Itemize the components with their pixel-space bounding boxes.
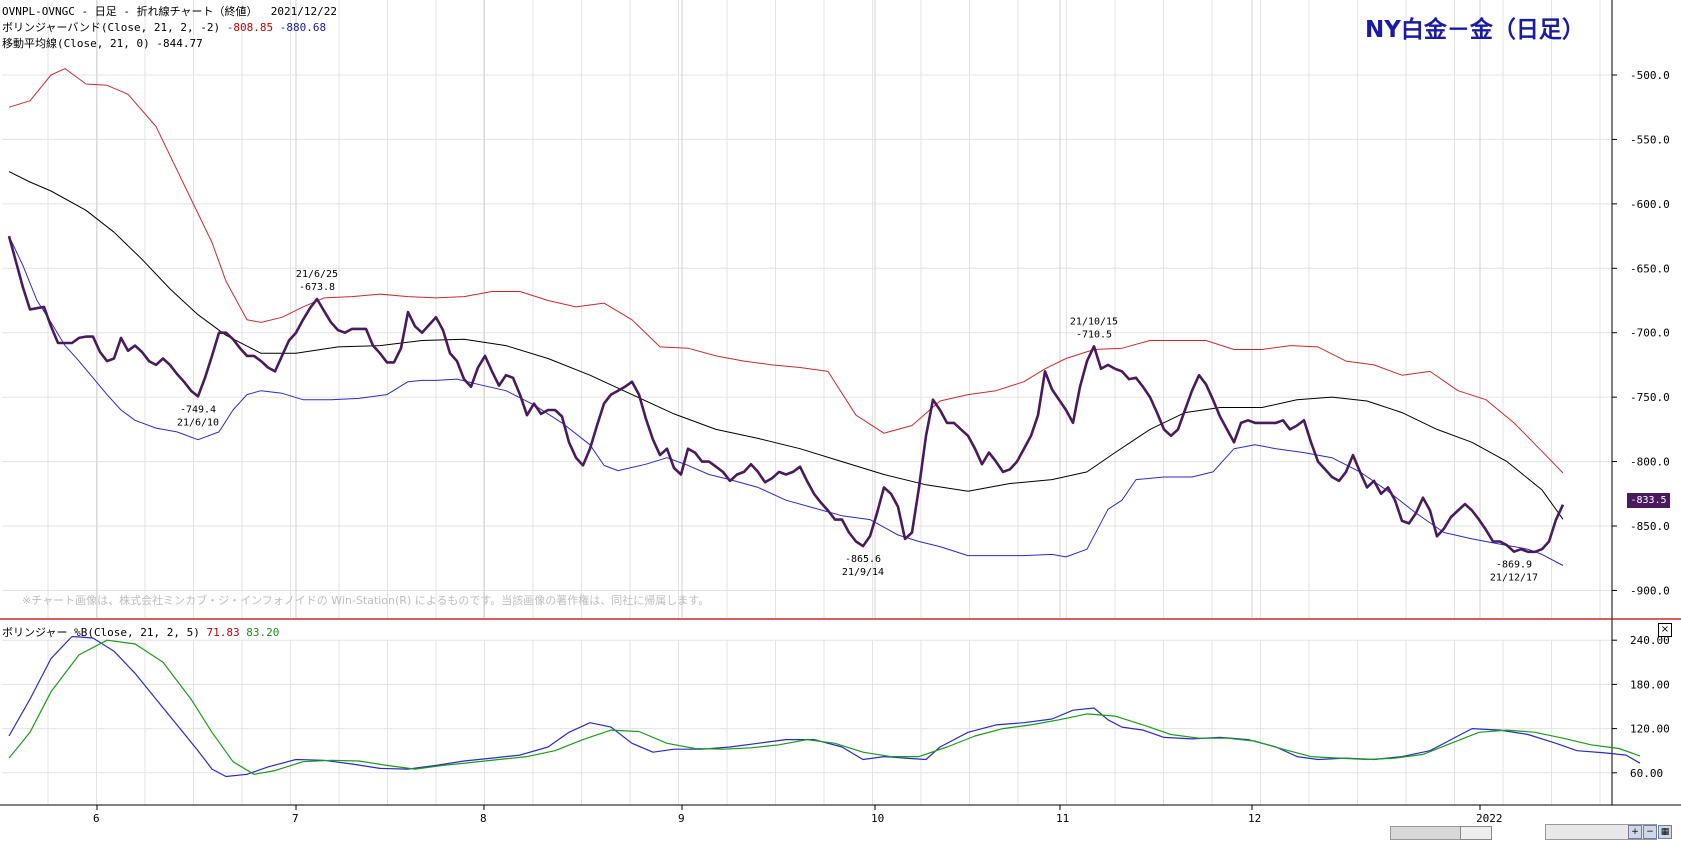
ma-value: -844.77	[156, 37, 203, 50]
y-tick-label: 120.00	[1630, 723, 1670, 736]
chart-canvas: -500.0 -550.0 -600.0 -650.0 -700.0 -750.0 -800…	[0, 0, 1681, 825]
copyright-note: ※チャート画像は、株式会社ミンカブ・ジ・インフォノイドの Win-Station…	[22, 594, 710, 607]
annotation-label: 21/10/15	[1070, 316, 1118, 327]
annotation-label: -749.4	[180, 404, 216, 415]
close-icon[interactable]: ×	[1658, 623, 1672, 637]
annotation-label: -869.9	[1496, 560, 1532, 571]
annotation-label: 21/6/25	[296, 269, 338, 280]
y-tick-label: -550.0	[1630, 133, 1670, 146]
y-tick-label: -600.0	[1630, 198, 1670, 211]
percentb-value-1: 71.83	[206, 626, 240, 639]
x-month-label: 7	[292, 812, 299, 825]
last-price-badge: -833.5	[1627, 493, 1670, 508]
percentb-header: ボリンジャー %B(Close, 21, 2, 5) 71.83 83.20	[2, 624, 279, 640]
annotation-label: -710.5	[1076, 329, 1112, 340]
chart-header-line2: ボリンジャーバンド(Close, 21, 2, -2) -808.85 -880…	[2, 19, 326, 35]
chart-title: NY白金－金（日足）	[1365, 17, 1585, 43]
chart-date-label: 2021/12/22	[270, 5, 337, 18]
annotation-label: -673.8	[299, 282, 335, 293]
annotation-label: -865.6	[845, 554, 881, 565]
y-tick-label: -900.0	[1630, 584, 1670, 597]
x-month-label: 2022	[1476, 812, 1503, 825]
x-month-label: 8	[480, 812, 487, 825]
annotation-label: 21/9/14	[842, 567, 884, 578]
zoom-in-icon[interactable]: +	[1628, 825, 1642, 839]
chart-symbol-label: OVNPL-OVNGC - 日足 - 折れ線チャート（終値）	[2, 5, 258, 18]
scrollbar-thumb[interactable]	[1460, 826, 1492, 840]
y-tick-label: 60.00	[1630, 767, 1663, 780]
x-month-label: 12	[1248, 812, 1261, 825]
bollinger-lower-value: -880.68	[279, 21, 327, 34]
grid-toggle-icon[interactable]: ▦	[1658, 825, 1672, 839]
x-month-label: 6	[93, 812, 100, 825]
y-tick-label: -750.0	[1630, 391, 1670, 404]
ma-label: 移動平均線(Close, 21, 0)	[2, 37, 150, 50]
y-tick-label: -850.0	[1630, 520, 1670, 533]
chart-header-line3: 移動平均線(Close, 21, 0) -844.77	[2, 35, 203, 51]
x-month-label: 9	[678, 812, 685, 825]
annotation-label: 21/6/10	[177, 417, 219, 428]
percentb-value-2: 83.20	[246, 626, 280, 639]
zoom-out-icon[interactable]: −	[1643, 825, 1657, 839]
percentb-label: ボリンジャー %B(Close, 21, 2, 5)	[2, 626, 200, 639]
y-tick-label: -650.0	[1630, 262, 1670, 275]
y-tick-label: -700.0	[1630, 327, 1670, 340]
y-tick-label: 180.00	[1630, 678, 1670, 691]
bollinger-label: ボリンジャーバンド(Close, 21, 2, -2)	[2, 21, 221, 34]
annotation-label: 21/12/17	[1490, 573, 1538, 584]
y-tick-label: -500.0	[1630, 69, 1670, 82]
x-month-label: 10	[871, 812, 884, 825]
x-month-label: 11	[1056, 812, 1069, 825]
bollinger-upper-value: -808.85	[226, 21, 274, 34]
y-tick-label: -800.0	[1630, 456, 1670, 469]
chart-header-line1: OVNPL-OVNGC - 日足 - 折れ線チャート（終値） 2021/12/2…	[2, 3, 337, 19]
